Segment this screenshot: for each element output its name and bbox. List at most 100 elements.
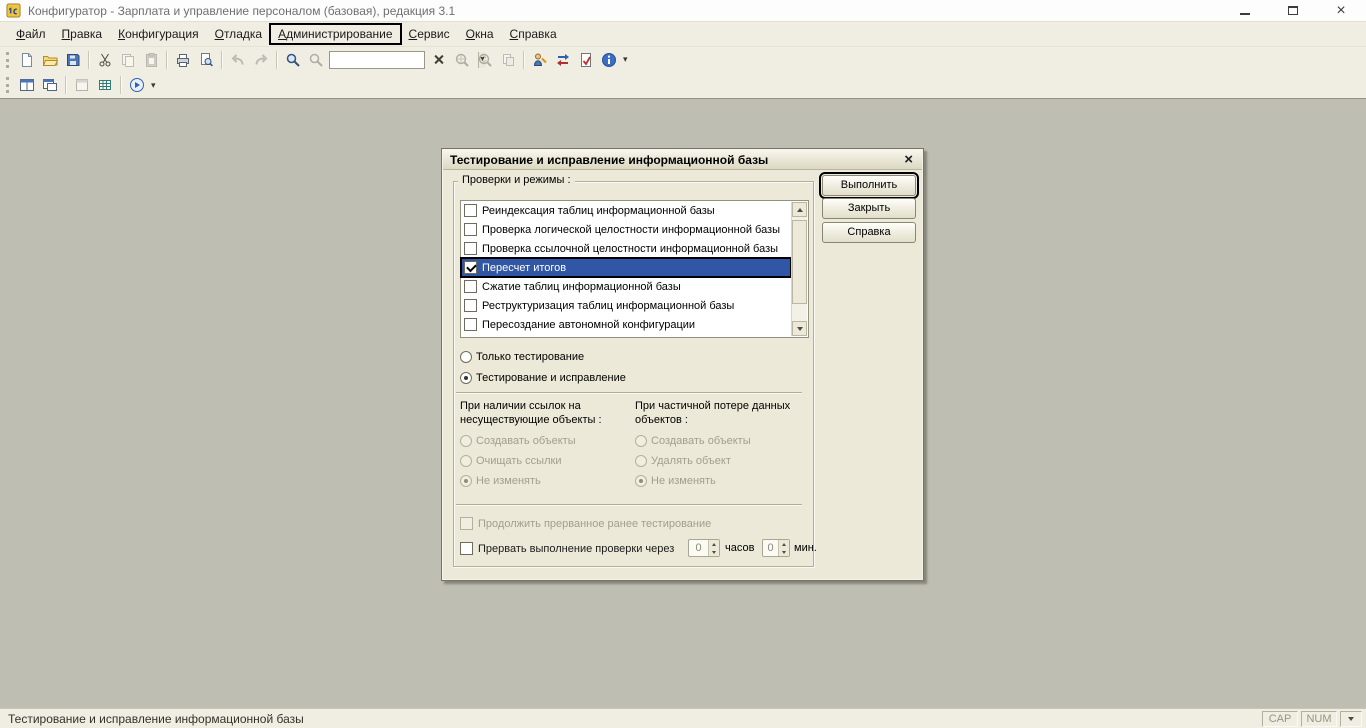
stepper-down-button[interactable] [709, 548, 719, 556]
format-painter-button[interactable] [496, 49, 519, 71]
info-button[interactable] [597, 49, 620, 71]
menu-help[interactable]: Справка [502, 24, 565, 44]
close-window-button[interactable]: × [1332, 3, 1350, 19]
radio-test-only[interactable]: Только тестирование [460, 350, 584, 364]
minimize-button[interactable] [1236, 3, 1254, 19]
stepper-arrows[interactable] [778, 540, 789, 556]
redo-button[interactable] [249, 49, 272, 71]
checkbox-icon[interactable] [464, 242, 477, 255]
radio-loss-no-change[interactable]: Не изменять [635, 474, 716, 488]
split-window-button[interactable] [15, 74, 38, 96]
menu-file[interactable]: Файл [8, 24, 54, 44]
global-search-button[interactable] [450, 49, 473, 71]
checkbox-icon[interactable] [464, 280, 477, 293]
menu-administration[interactable]: Администрирование [270, 24, 400, 44]
find-next-button[interactable] [304, 49, 327, 71]
toolbar-overflow-chevron[interactable]: ▾ [148, 80, 159, 91]
checkbox-icon[interactable] [464, 318, 477, 331]
radio-icon[interactable] [460, 351, 472, 363]
checklist-item-restructure-tables[interactable]: Реструктуризация таблиц информационной б… [461, 296, 791, 315]
radio-refs-create-objects[interactable]: Создавать объекты [460, 434, 576, 448]
radio-selected-icon[interactable] [635, 475, 647, 487]
menu-windows[interactable]: Окна [458, 24, 502, 44]
copy-button[interactable] [116, 49, 139, 71]
radio-icon[interactable] [460, 455, 472, 467]
toolbar-separator [120, 76, 121, 94]
toolbar-separator [523, 51, 524, 69]
dialog-titlebar[interactable]: Тестирование и исправление информационно… [443, 150, 922, 170]
radio-icon[interactable] [635, 435, 647, 447]
radio-icon[interactable] [460, 435, 472, 447]
save-button[interactable] [61, 49, 84, 71]
stepper-down-button[interactable] [779, 548, 789, 556]
maximize-button[interactable] [1284, 3, 1302, 19]
toolbar-separator [65, 76, 66, 94]
scroll-down-button[interactable] [792, 321, 807, 336]
search-combobox[interactable]: ▼ [329, 51, 425, 69]
scroll-up-button[interactable] [792, 202, 807, 217]
start-debug-button[interactable] [125, 74, 148, 96]
help-button[interactable]: Справка [822, 222, 916, 243]
menu-service[interactable]: Сервис [401, 24, 458, 44]
menu-debug[interactable]: Отладка [207, 24, 270, 44]
stepper-up-button[interactable] [709, 540, 719, 548]
compare-configurations-button[interactable] [551, 49, 574, 71]
stepper-arrows[interactable] [708, 540, 719, 556]
checkbox-icon[interactable] [464, 223, 477, 236]
scrollbar-thumb[interactable] [792, 220, 807, 304]
checkbox-icon[interactable] [464, 204, 477, 217]
open-button[interactable] [38, 49, 61, 71]
find-button[interactable] [281, 49, 304, 71]
statusbar-dropdown[interactable] [1340, 711, 1362, 727]
checklist-item-reindex[interactable]: Реиндексация таблиц информационной базы [461, 201, 791, 220]
run-button[interactable]: Выполнить [822, 175, 916, 196]
undo-button[interactable] [226, 49, 249, 71]
radio-selected-icon[interactable] [460, 372, 472, 384]
close-dialog-button[interactable]: Закрыть [822, 198, 916, 219]
toolbar-overflow-chevron[interactable]: ▾ [620, 54, 631, 65]
save-icon [65, 52, 81, 68]
new-window-button[interactable] [38, 74, 61, 96]
checkbox-icon[interactable] [464, 299, 477, 312]
radio-icon[interactable] [635, 455, 647, 467]
checklist-item-logical-integrity[interactable]: Проверка логической целостности информац… [461, 220, 791, 239]
stepper-up-button[interactable] [779, 540, 789, 548]
radio-loss-create-objects[interactable]: Создавать объекты [635, 434, 751, 448]
clear-search-button[interactable] [427, 49, 450, 71]
interrupt-checkbox[interactable]: Прервать выполнение проверки через [460, 541, 674, 556]
minutes-stepper[interactable]: 0 [762, 539, 790, 557]
continue-test-checkbox[interactable]: Продолжить прерванное ранее тестирование [460, 516, 711, 531]
menu-configuration[interactable]: Конфигурация [110, 24, 207, 44]
table-button[interactable] [93, 74, 116, 96]
configuration-button[interactable] [528, 49, 551, 71]
checkbox-icon[interactable] [460, 542, 473, 555]
checklist-item-reference-integrity[interactable]: Проверка ссылочной целостности информаци… [461, 239, 791, 258]
listbox-scrollbar[interactable] [791, 202, 807, 336]
toolbar-grip[interactable] [6, 52, 9, 68]
global-replace-button[interactable] [473, 49, 496, 71]
print-preview-button[interactable] [194, 49, 217, 71]
radio-selected-icon[interactable] [460, 475, 472, 487]
menu-edit[interactable]: Правка [54, 24, 111, 44]
radio-test-and-repair[interactable]: Тестирование и исправление [460, 371, 626, 385]
minimize-icon [1240, 7, 1250, 15]
hours-value: 0 [689, 540, 708, 556]
syntax-check-icon [578, 52, 594, 68]
cut-button[interactable] [93, 49, 116, 71]
checklist-item-recreate-standalone-config[interactable]: Пересоздание автономной конфигурации [461, 315, 791, 334]
print-button[interactable] [171, 49, 194, 71]
checklist-item-recalc-totals[interactable]: Пересчет итогов [461, 258, 791, 277]
radio-refs-clear-links[interactable]: Очищать ссылки [460, 454, 561, 468]
window-list-button[interactable] [70, 74, 93, 96]
radio-loss-delete-object[interactable]: Удалять объект [635, 454, 731, 468]
toolbar-grip[interactable] [6, 77, 9, 93]
checklist-item-compress-tables[interactable]: Сжатие таблиц информационной базы [461, 277, 791, 296]
radio-refs-no-change[interactable]: Не изменять [460, 474, 541, 488]
paste-button[interactable] [139, 49, 162, 71]
dialog-close-button[interactable]: × [902, 153, 915, 167]
new-document-button[interactable] [15, 49, 38, 71]
checkbox-checked-icon[interactable] [464, 261, 477, 274]
checkbox-icon[interactable] [460, 517, 473, 530]
syntax-check-button[interactable] [574, 49, 597, 71]
hours-stepper[interactable]: 0 [688, 539, 720, 557]
